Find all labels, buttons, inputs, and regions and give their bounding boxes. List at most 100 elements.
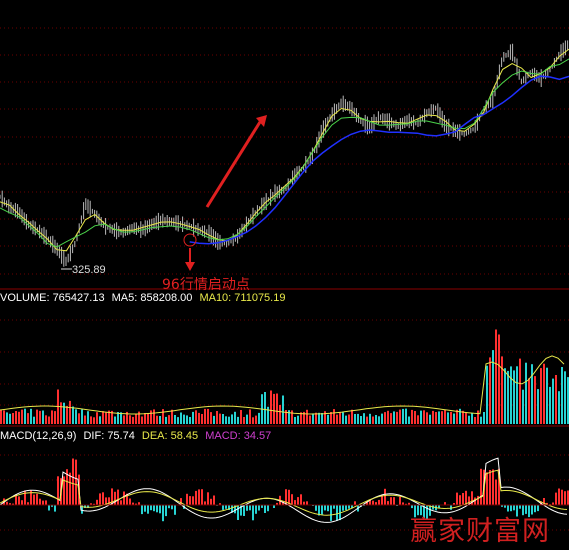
macd-histogram-bar bbox=[99, 493, 101, 505]
volume-bar bbox=[510, 366, 512, 424]
volume-bar bbox=[522, 389, 524, 424]
volume-bar bbox=[495, 329, 497, 424]
macd-histogram-bar bbox=[120, 500, 122, 505]
macd-histogram-bar bbox=[372, 500, 374, 505]
macd-histogram-bar bbox=[495, 479, 497, 505]
volume-bar bbox=[336, 414, 338, 424]
macd-histogram-bar bbox=[48, 505, 50, 511]
volume-bar bbox=[75, 409, 77, 424]
volume-bar bbox=[69, 400, 71, 424]
stock-chart: 325.89 96行情启动点 VOLUME: 765427.13 MA5: 85… bbox=[0, 0, 569, 550]
volume-bar bbox=[504, 368, 506, 424]
macd-histogram-bar bbox=[492, 469, 494, 505]
volume-bar bbox=[186, 415, 188, 424]
volume-bar bbox=[96, 412, 98, 424]
volume-bar bbox=[279, 405, 281, 424]
volume-bar bbox=[363, 413, 365, 424]
volume-bar bbox=[45, 415, 47, 424]
volume-bar bbox=[408, 416, 410, 424]
macd-histogram-bar bbox=[189, 496, 191, 505]
volume-bar bbox=[393, 411, 395, 424]
macd-histogram-bar bbox=[195, 490, 197, 505]
volume-bar bbox=[465, 412, 467, 424]
volume-bar bbox=[390, 413, 392, 424]
volume-bar bbox=[240, 410, 242, 424]
macd-histogram-bar bbox=[45, 500, 47, 505]
volume-bar bbox=[378, 416, 380, 424]
volume-bar bbox=[162, 409, 164, 424]
volume-bar bbox=[27, 413, 29, 424]
macd-histogram-bar bbox=[75, 459, 77, 505]
macd-histogram-bar bbox=[69, 472, 71, 505]
volume-bar bbox=[357, 413, 359, 424]
volume-bar bbox=[561, 367, 563, 424]
macd-histogram-bar bbox=[117, 489, 119, 505]
volume-bar bbox=[231, 414, 233, 424]
macd-histogram-bar bbox=[531, 505, 533, 515]
volume-bar bbox=[258, 412, 260, 424]
volume-bar bbox=[474, 417, 476, 424]
volume-bar bbox=[15, 411, 17, 424]
volume-bar bbox=[99, 416, 101, 424]
macd-histogram-bar bbox=[150, 505, 152, 511]
volume-bar bbox=[222, 414, 224, 424]
volume-bar bbox=[339, 412, 341, 424]
volume-bar bbox=[432, 410, 434, 424]
volume-bar bbox=[273, 393, 275, 424]
macd-histogram-bar bbox=[393, 497, 395, 505]
volume-bar bbox=[225, 416, 227, 424]
volume-bar bbox=[219, 413, 221, 424]
volume-bar bbox=[18, 411, 20, 424]
macd-histogram-bar bbox=[399, 496, 401, 505]
macd-histogram-bar bbox=[315, 505, 317, 511]
volume-bar bbox=[342, 412, 344, 424]
volume-bar bbox=[195, 410, 197, 424]
volume-bar bbox=[123, 415, 125, 424]
macd-histogram-bar bbox=[141, 505, 143, 515]
volume-bar bbox=[297, 415, 299, 424]
volume-bar bbox=[513, 370, 515, 424]
volume-bar bbox=[177, 417, 179, 424]
macd-histogram-bar bbox=[171, 505, 173, 510]
volume-bar bbox=[6, 412, 8, 424]
macd-histogram-bar bbox=[417, 505, 419, 516]
volume-bar bbox=[168, 415, 170, 424]
volume-bar bbox=[459, 408, 461, 424]
volume-bar bbox=[81, 409, 83, 424]
volume-bar bbox=[471, 413, 473, 424]
volume-ma10-label: MA10: 711075.19 bbox=[199, 292, 285, 304]
macd-header: MACD(12,26,9) DIF: 75.74 DEA: 58.45 MACD… bbox=[0, 430, 271, 442]
macd-histogram-bar bbox=[564, 491, 566, 505]
volume-bar bbox=[147, 413, 149, 424]
macd-histogram-bar bbox=[264, 505, 266, 513]
macd-histogram-bar bbox=[450, 505, 452, 510]
macd-histogram-bar bbox=[306, 501, 308, 505]
macd-histogram-bar bbox=[186, 493, 188, 505]
volume-bar bbox=[51, 410, 53, 424]
volume-bar bbox=[426, 412, 428, 424]
macd-histogram-bar bbox=[255, 505, 257, 514]
volume-bar bbox=[372, 416, 374, 424]
macd-histogram-bar bbox=[21, 500, 23, 505]
volume-bar bbox=[228, 416, 230, 424]
macd-histogram-bar bbox=[324, 505, 326, 511]
macd-histogram-bar bbox=[480, 468, 482, 505]
volume-bar bbox=[144, 413, 146, 424]
volume-bar bbox=[549, 386, 551, 424]
volume-bar bbox=[540, 368, 542, 424]
volume-bar bbox=[483, 412, 485, 424]
volume-bar bbox=[519, 358, 521, 424]
macd-histogram-bar bbox=[156, 505, 158, 513]
macd-histogram-bar bbox=[477, 495, 479, 505]
volume-bar bbox=[270, 390, 272, 424]
volume-bar bbox=[213, 415, 215, 424]
volume-bar bbox=[48, 416, 50, 424]
macd-histogram-bar bbox=[129, 498, 131, 505]
volume-bar bbox=[294, 417, 296, 424]
volume-bar bbox=[396, 411, 398, 424]
volume-value-label: VOLUME: 765427.13 bbox=[0, 292, 105, 304]
macd-histogram-bar bbox=[162, 505, 164, 522]
macd-histogram-bar bbox=[333, 505, 335, 509]
volume-bar bbox=[39, 410, 41, 424]
macd-histogram-bar bbox=[390, 497, 392, 505]
